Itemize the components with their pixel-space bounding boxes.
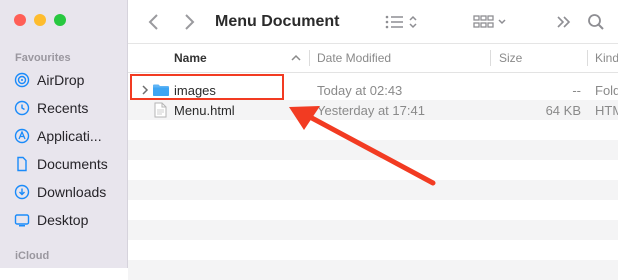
annotation-arrow-icon: [289, 106, 436, 186]
